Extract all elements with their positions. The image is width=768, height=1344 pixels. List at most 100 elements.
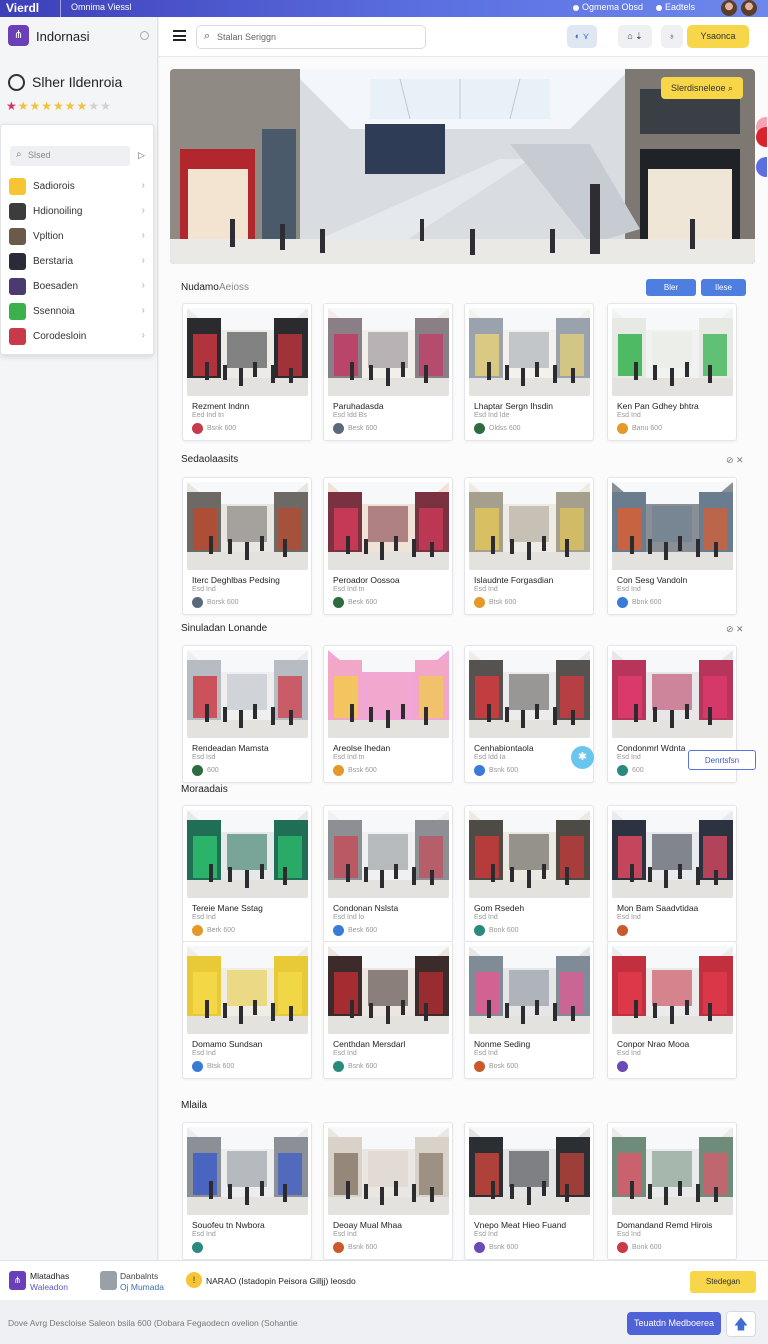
category-icon <box>9 178 26 195</box>
card-title: Con Sesg Vandoln <box>617 575 688 585</box>
brand-name[interactable]: Vierdl <box>6 1 39 15</box>
store-card[interactable]: Islaudnte Forgasdian Esd Ind Btsk 600 <box>464 477 594 615</box>
top-bar: Vierdl Omnima Viessl Ogmema Obsd Eadtels <box>0 0 768 17</box>
store-card[interactable]: Ken Pan Gdhey bhtra Esd Ind Banu 600 <box>607 303 737 441</box>
chat-fab-icon[interactable]: ✱ <box>571 746 594 769</box>
bottom-action-button[interactable]: Stedegan <box>690 1271 756 1293</box>
hero-badge[interactable]: Slerdisneleoe ⌕ <box>661 77 743 99</box>
store-card[interactable]: Deoay Mual Mhaa Esd Ind Bsnk 600 <box>323 1122 453 1260</box>
collapse-icon[interactable] <box>140 31 149 40</box>
card-thumbnail[interactable] <box>612 946 733 1034</box>
floating-action-button[interactable]: Denrtsfsn <box>688 750 756 770</box>
menu-item[interactable]: Ssennoia › <box>9 300 147 322</box>
primary-button[interactable]: Ysaonca <box>687 25 749 48</box>
topbar-item-1[interactable]: Ogmema Obsd <box>573 2 643 12</box>
card-thumbnail[interactable] <box>187 946 308 1034</box>
card-thumbnail[interactable] <box>328 650 449 738</box>
store-card[interactable]: Souofeu tn Nwbora Esd Ind <box>182 1122 312 1260</box>
menu-item[interactable]: Berstaria › <box>9 250 147 272</box>
card-title: Conpor Nrao Mooa <box>617 1039 690 1049</box>
app-logo-row[interactable]: ⋔ Indornasi <box>8 25 153 49</box>
store-card[interactable]: Tereie Mane Sstag Esd Ind Berk 600 <box>182 805 312 943</box>
card-thumbnail[interactable] <box>328 946 449 1034</box>
store-card[interactable]: Paruhadasda Esd Idd Bs Besk 600 <box>323 303 453 441</box>
card-subtitle: Esd Idd Bs <box>333 412 367 419</box>
menu-item[interactable]: Vpltion › <box>9 225 147 247</box>
card-meta: Bsnk 600 <box>348 1244 378 1251</box>
card-thumbnail[interactable] <box>612 1127 733 1215</box>
store-card[interactable]: Domandand Remd Hirois Esd Ind Bonk 600 <box>607 1122 737 1260</box>
card-thumbnail[interactable] <box>612 650 733 738</box>
section-button[interactable]: Bler <box>646 279 696 296</box>
store-card[interactable]: Peroador Oossoa Esd Ind tn Besk 600 <box>323 477 453 615</box>
avatar[interactable] <box>741 0 757 16</box>
topbar-subtitle[interactable]: Omnima Viessl <box>60 0 141 17</box>
menu-item[interactable]: Sadiorois › <box>9 175 147 197</box>
store-card[interactable]: Con Sesg Vandoln Esd Ind Bbnk 600 <box>607 477 737 615</box>
document-icon[interactable] <box>100 1271 117 1290</box>
card-thumbnail[interactable] <box>612 308 733 396</box>
card-thumbnail[interactable] <box>328 482 449 570</box>
card-meta: Banu 600 <box>632 425 662 432</box>
scroll-top-icon[interactable]: 🡅 <box>726 1311 756 1337</box>
store-card[interactable]: Areolse Ihedan Esd Ind tn Bssk 600 <box>323 645 453 783</box>
card-meta: Bosk 600 <box>489 1063 519 1070</box>
card-subtitle: Esd Ind <box>474 586 498 593</box>
card-title: Deoay Mual Mhaa <box>333 1220 402 1230</box>
card-thumbnail[interactable] <box>328 1127 449 1215</box>
card-title: Gom Rsedeh <box>474 903 525 913</box>
side-tab[interactable] <box>756 157 767 177</box>
bottom-b-title[interactable]: Danbalnts <box>120 1271 158 1281</box>
card-title: Nonme Seding <box>474 1039 531 1049</box>
store-card[interactable]: Iterc Deghlbas Pedsing Esd Ind Borsk 600 <box>182 477 312 615</box>
menu-search-input[interactable]: Slsed <box>10 146 130 166</box>
card-thumbnail[interactable] <box>328 308 449 396</box>
store-card[interactable]: Mon Bam Saadvtidaa Esd Ind <box>607 805 737 943</box>
card-thumbnail[interactable] <box>469 482 590 570</box>
card-title: Vnepo Meat Hieo Fuand <box>474 1220 567 1230</box>
store-card[interactable]: Rezment lndnn Eed Ind tn Bsnk 600 <box>182 303 312 441</box>
section-tools-icon[interactable]: ⊘ ✕ <box>726 455 744 466</box>
store-card[interactable]: Vnepo Meat Hieo Fuand Esd Ind Bsnk 600 <box>464 1122 594 1260</box>
menu-icon[interactable] <box>173 30 186 41</box>
notification-button[interactable]: ⌂ ⇣ <box>618 25 652 48</box>
app-logo-icon[interactable]: ⋔ <box>9 1271 26 1290</box>
store-card[interactable]: Rendeadan Mamsta Esd Isd 600 <box>182 645 312 783</box>
store-card[interactable]: Domamo Sundsan Esd Ind Btsk 600 <box>182 941 312 1079</box>
store-card[interactable]: Gom Rsedeh Esd Ind Bonk 600 <box>464 805 594 943</box>
store-card[interactable]: Conpor Nrao Mooa Esd Ind <box>607 941 737 1079</box>
menu-item[interactable]: Corodesloin › <box>9 325 147 347</box>
card-meta: Btsk 600 <box>207 1063 235 1070</box>
cart-icon[interactable]: ♁ <box>661 25 683 48</box>
menu-item[interactable]: Boesaden › <box>9 275 147 297</box>
card-thumbnail[interactable] <box>469 650 590 738</box>
card-thumbnail[interactable] <box>187 482 308 570</box>
menu-item[interactable]: Hdionoiling › <box>9 200 147 222</box>
card-thumbnail[interactable] <box>612 482 733 570</box>
card-thumbnail[interactable] <box>469 1127 590 1215</box>
side-tab[interactable] <box>756 127 767 147</box>
card-thumbnail[interactable] <box>469 810 590 898</box>
filter-icon[interactable]: ▷ <box>138 150 145 161</box>
card-thumbnail[interactable] <box>469 308 590 396</box>
store-card[interactable]: Lhaptar Sergn Ihsdin Esd Ind Ide Oldss 600 <box>464 303 594 441</box>
store-photo <box>187 1127 308 1215</box>
bottom-a-title[interactable]: Mlatadhas <box>30 1271 69 1281</box>
card-thumbnail[interactable] <box>187 810 308 898</box>
card-thumbnail[interactable] <box>187 308 308 396</box>
topbar-item-2[interactable]: Eadtels <box>656 2 695 12</box>
store-card[interactable]: Condonan Nslsta Esd Ind lo Besk 600 <box>323 805 453 943</box>
card-thumbnail[interactable] <box>187 1127 308 1215</box>
card-thumbnail[interactable] <box>612 810 733 898</box>
card-thumbnail[interactable] <box>469 946 590 1034</box>
section-tools-icon[interactable]: ⊘ ✕ <box>726 624 744 635</box>
store-card[interactable]: Nonme Seding Esd Ind Bosk 600 <box>464 941 594 1079</box>
avatar[interactable] <box>721 0 737 16</box>
search-input[interactable]: Stalan Seriggn <box>196 25 426 49</box>
section-button[interactable]: Ilese <box>701 279 746 296</box>
filter-button[interactable]: ◐ ⋎ <box>567 25 597 48</box>
card-thumbnail[interactable] <box>187 650 308 738</box>
footer-button[interactable]: Teuatdn Medboerea <box>627 1312 721 1335</box>
card-thumbnail[interactable] <box>328 810 449 898</box>
store-card[interactable]: Centhdan Mersdarl Esd Ind Bsnk 600 <box>323 941 453 1079</box>
